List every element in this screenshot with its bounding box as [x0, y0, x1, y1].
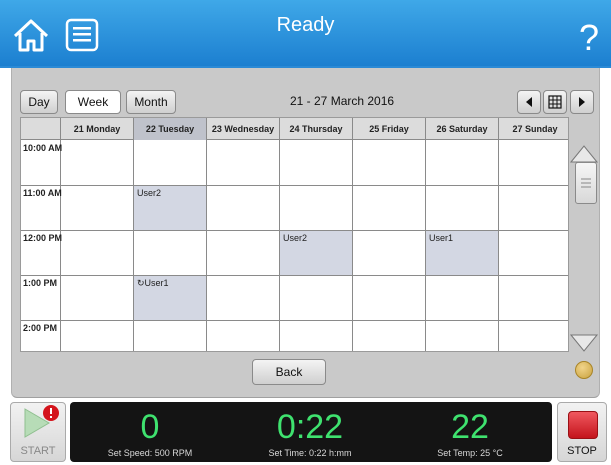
time-label: 10:00 AM [23, 143, 63, 153]
scroll-up-button[interactable] [569, 142, 599, 164]
day-header[interactable]: 24 Thursday [279, 118, 352, 140]
calendar-toolbar: Day Week Month 21 - 27 March 2016 [20, 88, 598, 116]
time-label: 1:00 PM [23, 278, 58, 288]
week-calendar-grid: 21 Monday 22 Tuesday 23 Wednesday 24 Thursd… [20, 117, 569, 352]
next-week-button[interactable] [570, 90, 594, 114]
day-header[interactable]: 21 Monday [60, 118, 133, 140]
calendar-event[interactable]: ↻User1 [134, 276, 206, 320]
help-button[interactable]: ? [574, 12, 604, 58]
week-view-button[interactable]: Week [65, 90, 121, 114]
day-header[interactable]: 25 Friday [352, 118, 425, 140]
stop-icon [568, 411, 598, 439]
day-header[interactable]: 23 Wednesday [206, 118, 279, 140]
page-title: Ready [276, 14, 335, 36]
chevron-down-icon [569, 334, 599, 352]
row-divider [21, 185, 568, 186]
help-icon: ? [579, 17, 599, 58]
calendar-event[interactable]: User2 [134, 186, 206, 230]
time-value: 0:22 [276, 408, 344, 446]
grid-view-button[interactable] [543, 90, 567, 114]
time-label: 12:00 PM [23, 233, 63, 243]
app-root: Ready ? Day Week Month 21 - 27 March 201… [0, 0, 611, 465]
speed-value: 0 [140, 408, 160, 446]
calendar-event[interactable]: User1 [426, 231, 498, 275]
arrow-right-icon [579, 97, 585, 107]
time-setpoint-label: Set Time: 0:22 h:mm [268, 448, 352, 458]
month-view-button[interactable]: Month [126, 90, 176, 114]
start-label: START [20, 445, 56, 457]
day-header-row: 21 Monday 22 Tuesday 23 Wednesday 24 Thursd… [21, 118, 568, 140]
day-view-button[interactable]: Day [20, 90, 58, 114]
arrow-left-icon [526, 97, 532, 107]
temp-setpoint-label: Set Temp: 25 °C [437, 448, 503, 458]
calendar-event[interactable]: User2 [280, 231, 352, 275]
row-divider [21, 320, 568, 321]
grid-icon [548, 95, 562, 109]
stop-label: STOP [567, 445, 597, 457]
play-icon [24, 405, 59, 438]
grip-icon [581, 178, 591, 188]
run-status-bar: 0 Set Speed: 500 RPM 0:22 Set Time: 0:22… [70, 402, 552, 462]
stop-button[interactable]: STOP [557, 402, 607, 462]
back-button[interactable]: Back [252, 359, 326, 385]
svg-text:?: ? [579, 17, 599, 58]
day-header[interactable]: 26 Saturday [425, 118, 498, 140]
scroll-down-button[interactable] [569, 333, 599, 355]
chevron-up-icon [569, 145, 599, 163]
time-label: 2:00 PM [23, 323, 58, 333]
prev-week-button[interactable] [517, 90, 541, 114]
row-divider [21, 275, 568, 276]
time-label: 11:00 AM [23, 188, 62, 198]
start-button[interactable]: START [10, 402, 66, 462]
day-header[interactable]: 22 Tuesday [133, 118, 206, 140]
date-range-label: 21 - 27 March 2016 [290, 94, 395, 108]
speed-setpoint-label: Set Speed: 500 RPM [107, 448, 193, 458]
header-bar: Ready ? [0, 0, 611, 68]
day-header[interactable]: 27 Sunday [498, 118, 568, 140]
temp-value: 22 [451, 408, 489, 446]
scroll-thumb[interactable] [575, 162, 597, 204]
wrench-icon[interactable] [575, 361, 593, 379]
